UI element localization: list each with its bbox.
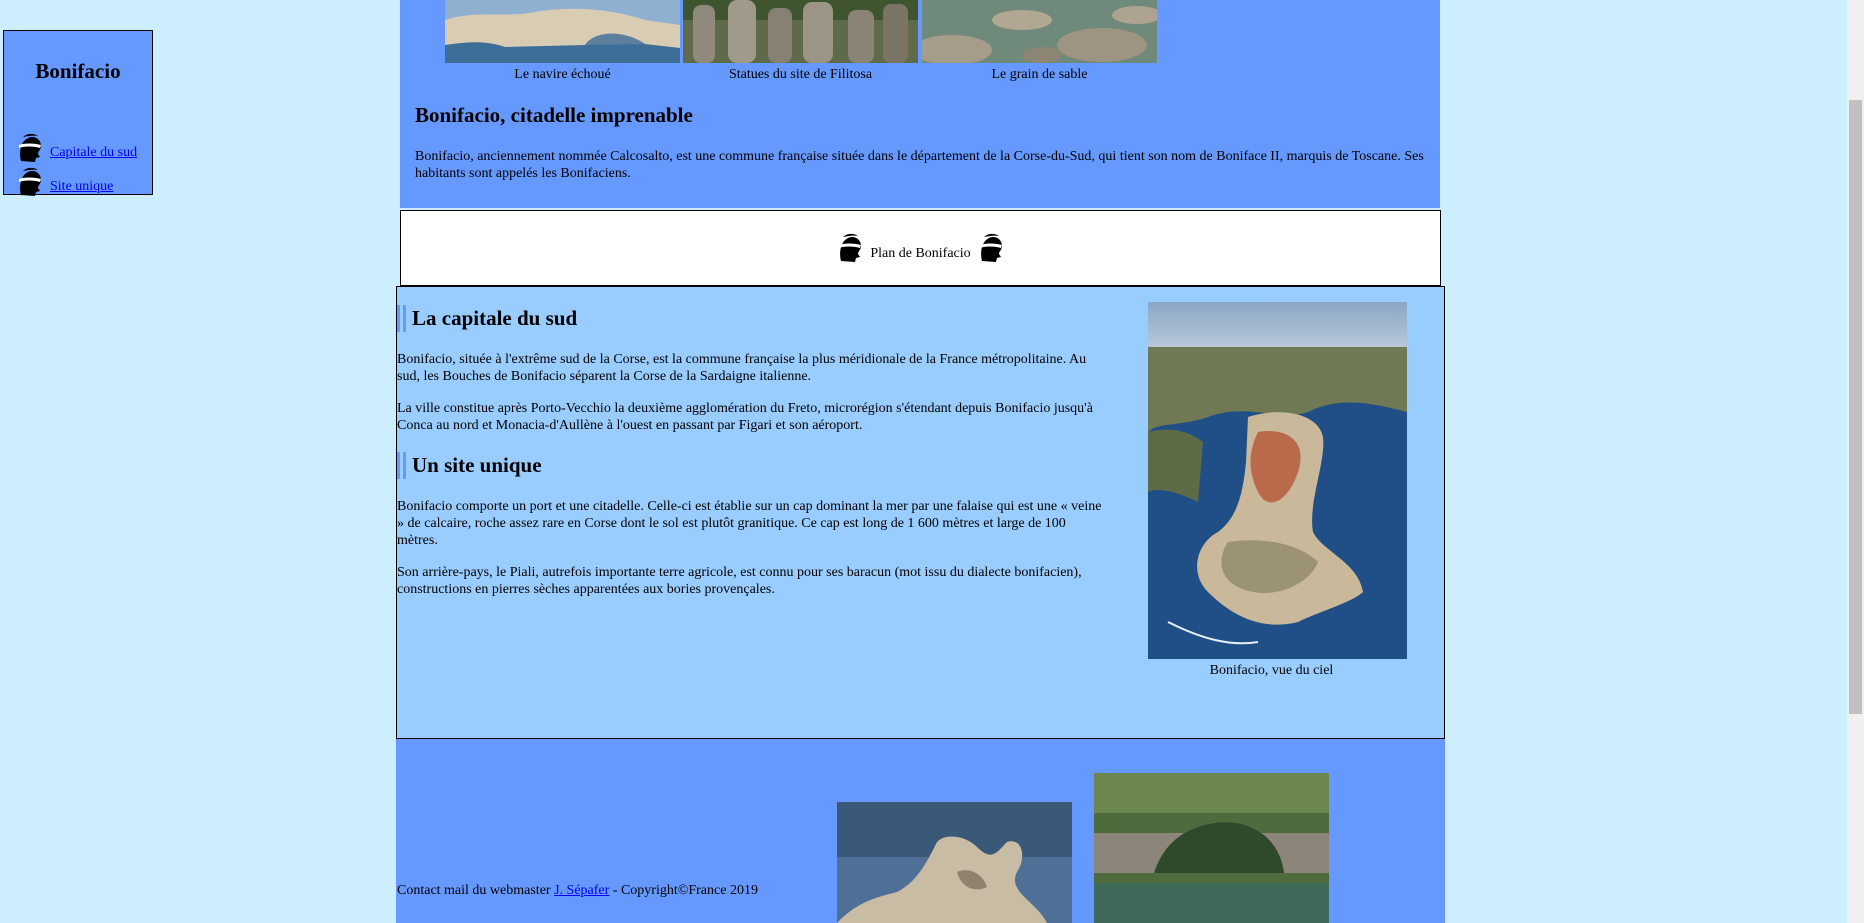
thumb-caption-filitosa: Statues du site de Filitosa [728, 67, 873, 82]
moor-head-icon [16, 133, 44, 163]
plan-label[interactable]: Plan de Bonifacio [870, 234, 970, 262]
section1-paragraph-1: Bonifacio, située à l'extrême sud de la … [397, 352, 1087, 384]
footer-prefix: Contact mail du webmaster [397, 883, 555, 898]
filitosa-image[interactable] [683, 0, 918, 63]
grain-de-sable-image[interactable] [922, 0, 1157, 63]
nav-item-capitale: Capitale du sud [16, 133, 137, 163]
scrollbar-thumb[interactable] [1849, 100, 1862, 714]
plan-link-bar[interactable]: Plan de Bonifacio [400, 210, 1441, 286]
aerial-view-image[interactable] [1148, 302, 1407, 659]
stone-bridge-image[interactable] [1094, 773, 1329, 923]
moor-head-icon [977, 233, 1005, 263]
nav-link-site[interactable]: Site unique [50, 179, 113, 195]
footer: Contact mail du webmaster J. Sépafer - C… [396, 739, 1445, 923]
section-title-site-unique: Un site unique [397, 452, 542, 479]
rock-formation-image[interactable] [837, 802, 1072, 923]
section2-paragraph-1: Bonifacio comporte un port et une citade… [397, 499, 1102, 548]
header-section: Le navire échoué Statues du site de Fili… [400, 0, 1440, 208]
side-nav: Bonifacio Capitale du sud Site unique [3, 30, 153, 197]
footer-suffix: - Copyright©France 2019 [609, 883, 758, 898]
thumb-caption-grain: Le grain de sable [991, 67, 1088, 82]
nav-item-site: Site unique [16, 167, 113, 197]
webmaster-link[interactable]: J. Sépafer [554, 883, 609, 898]
moor-head-icon [16, 167, 44, 197]
nav-link-capitale[interactable]: Capitale du sud [50, 145, 137, 161]
page-title: Bonifacio, citadelle imprenable [415, 103, 693, 127]
section2-paragraph-2: Son arrière-pays, le Piali, autrefois im… [397, 565, 1082, 597]
aerial-image-caption: Bonifacio, vue du ciel [1209, 663, 1334, 678]
section-title-capitale: La capitale du sud [397, 305, 577, 332]
main-content: La capitale du sud Bonifacio, située à l… [396, 286, 1445, 739]
navire-echoue-image[interactable] [445, 0, 680, 63]
footer-text: Contact mail du webmaster J. Sépafer - C… [397, 883, 758, 899]
nav-title: Bonifacio [35, 59, 121, 83]
intro-paragraph: Bonifacio, anciennement nommée Calcosalt… [415, 149, 1424, 181]
scrollbar-track[interactable] [1847, 0, 1864, 923]
thumb-caption-navire: Le navire échoué [514, 67, 611, 82]
section1-paragraph-2: La ville constitue après Porto-Vecchio l… [397, 401, 1093, 433]
moor-head-icon [836, 233, 864, 263]
